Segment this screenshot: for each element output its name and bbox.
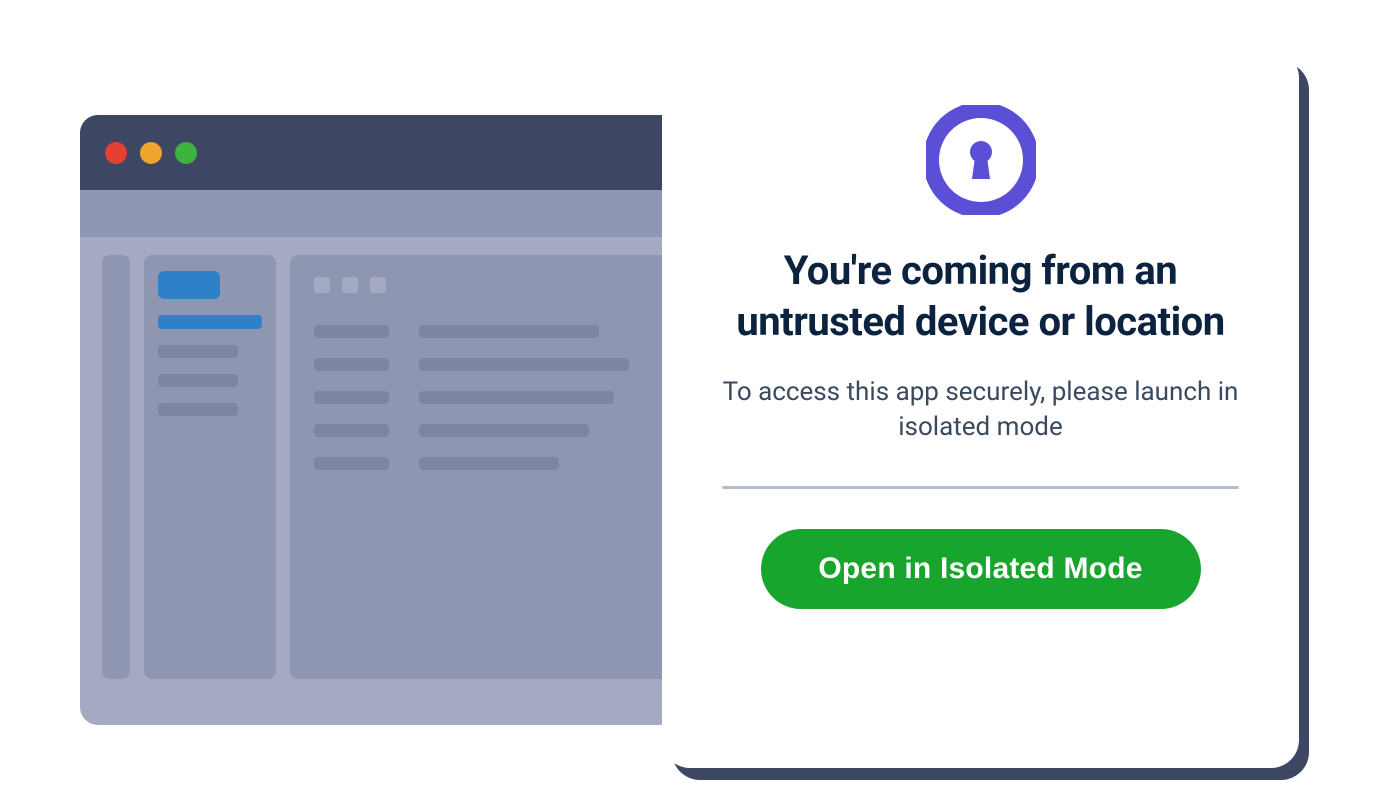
content-label-placeholder: [314, 391, 389, 404]
sidebar-active-item: [158, 271, 220, 299]
sidebar-item-placeholder: [158, 345, 238, 358]
content-label-placeholder: [314, 424, 389, 437]
content-value-placeholder: [419, 391, 614, 404]
content-label-placeholder: [314, 457, 389, 470]
open-isolated-mode-button[interactable]: Open in Isolated Mode: [761, 529, 1201, 609]
content-label-placeholder: [314, 325, 389, 338]
browser-micro-sidebar: [102, 255, 130, 679]
sidebar-item-placeholder: [158, 374, 238, 387]
traffic-light-maximize-icon: [175, 142, 197, 164]
content-label-placeholder: [314, 358, 389, 371]
content-value-placeholder: [419, 457, 559, 470]
content-dot-icon: [314, 277, 330, 293]
modal-divider: [722, 486, 1239, 489]
keyhole-lock-icon: [926, 105, 1036, 215]
content-dot-icon: [370, 277, 386, 293]
browser-sidebar: [144, 255, 276, 679]
content-value-placeholder: [419, 325, 599, 338]
security-modal: You're coming from an untrusted device o…: [662, 50, 1299, 768]
modal-subtext: To access this app securely, please laun…: [722, 375, 1239, 445]
content-dot-icon: [342, 277, 358, 293]
sidebar-active-subitem: [158, 315, 262, 329]
traffic-light-close-icon: [105, 142, 127, 164]
sidebar-item-placeholder: [158, 403, 238, 416]
content-value-placeholder: [419, 358, 629, 371]
content-value-placeholder: [419, 424, 589, 437]
modal-heading: You're coming from an untrusted device o…: [722, 245, 1239, 347]
traffic-light-minimize-icon: [140, 142, 162, 164]
